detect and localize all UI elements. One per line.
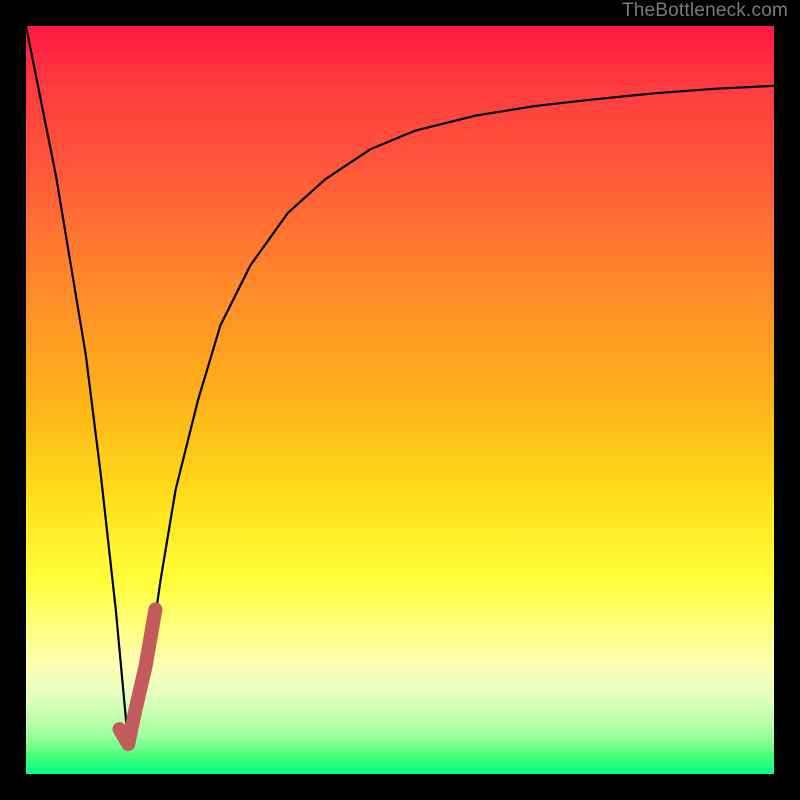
chart-frame: TheBottleneck.com <box>0 0 800 800</box>
chart-svg <box>26 26 774 774</box>
bottleneck-curve <box>26 26 774 744</box>
plot-area <box>26 26 774 774</box>
watermark-text: TheBottleneck.com <box>622 0 788 22</box>
bottleneck-highlight <box>120 609 156 744</box>
